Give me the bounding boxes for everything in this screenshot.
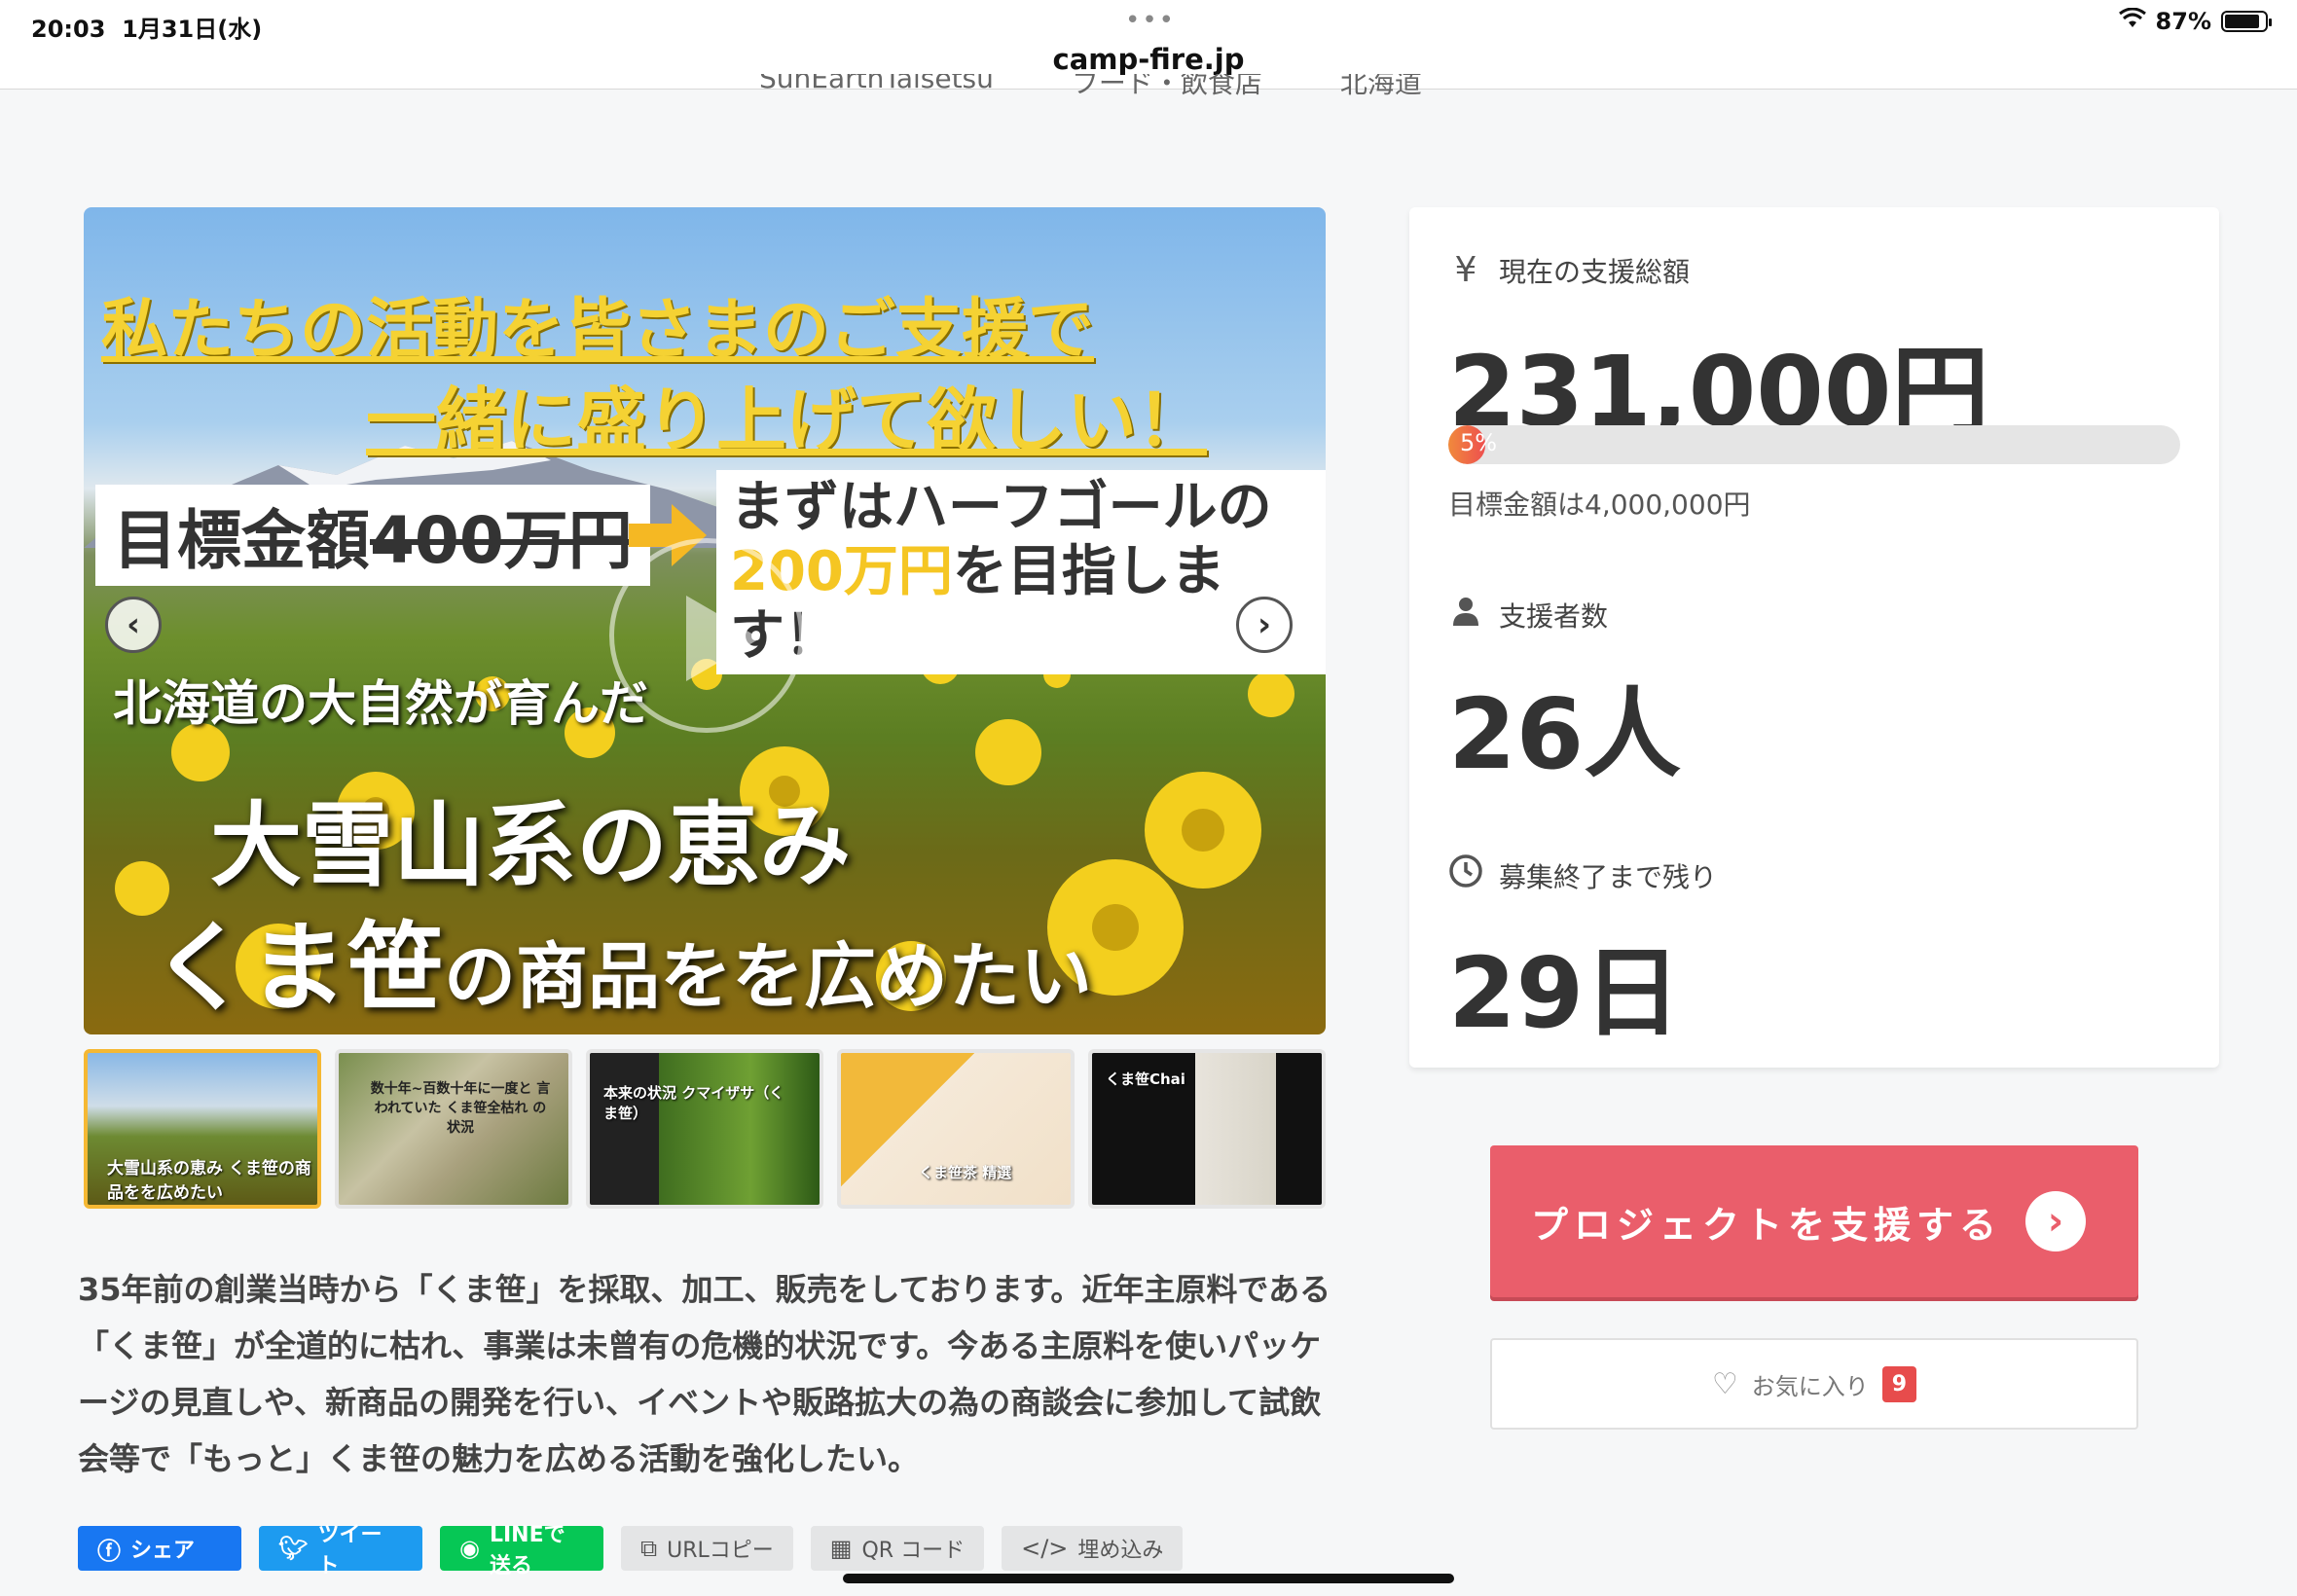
hero-subtitle: 北海道の大自然が育んだ [113,675,648,732]
line-icon: ◉ [459,1535,480,1562]
hero-goal-label: 目標金額400万円 [95,485,650,586]
backers-value: 26人 [1448,677,1682,791]
clock-icon [1448,853,1483,897]
status-indicators: 87% [2118,7,2272,35]
remaining-label: 募集終了まで残り [1448,853,1717,897]
carousel-next-button[interactable]: › [1236,597,1293,653]
twitter-icon: 🐦︎ [278,1535,309,1562]
embed-button[interactable]: </> 埋め込み [1002,1526,1184,1571]
person-icon [1448,595,1483,635]
qr-code-button[interactable]: ▦ QR コード [810,1526,985,1571]
hero-title-line1: 大雪山系の恵み [210,792,852,899]
url-copy-button[interactable]: ⧉ URLコピー [621,1526,793,1571]
support-project-button[interactable]: プロジェクトを支援する › [1490,1145,2138,1297]
hero-heading-line2: 一緒に盛り上げて欲しい！ [366,380,1208,461]
hero-half-goal-label: まずはハーフゴールの 200万円を目指します！ [716,470,1326,674]
thumbnail-strip: 大雪山系の恵み くま笹の商品をを広めたい 数十年~百数十年に一度と 言われていた… [84,1049,1326,1209]
backers-label: 支援者数 [1448,595,1608,635]
yen-icon: ¥ [1454,250,1477,290]
wifi-icon [2118,7,2146,35]
thumbnail-1[interactable]: 大雪山系の恵み くま笹の商品をを広めたい [84,1049,321,1209]
project-description: 35年前の創業当時から「くま笹」を採取、加工、販売をしております。近年主原料であ… [78,1271,1331,1477]
amount-label: ¥ 現在の支援総額 [1448,250,1690,290]
twitter-share-button[interactable]: 🐦︎ ツイート [259,1523,422,1578]
facebook-share-button[interactable]: ⓕ シェア [78,1526,241,1571]
share-buttons: ⓕ シェア 🐦︎ ツイート ◉ LINEで送る ⧉ URLコピー ▦ QR コード </>… [78,1523,1184,1578]
progress-percent: 5% [1460,429,1498,456]
thumbnail-3[interactable]: 本来の状況 クマイザサ（くま笹） [586,1049,823,1209]
hero-title-line2: くま笹の商品をを広めたい [152,910,1092,1025]
funding-stats-card: ¥ 現在の支援総額 231,000円 5% 目標金額は4,000,000円 支援… [1409,207,2219,1068]
project-main-image[interactable]: 私たちの活動を皆さまのご支援で 一緒に盛り上げて欲しい！ 目標金額400万円 ま… [84,207,1326,1034]
location-link[interactable]: 北海道 [1340,74,1422,99]
thumbnail-5[interactable]: くま笹Chai [1088,1049,1326,1209]
battery-icon [2221,11,2272,32]
code-icon: </> [1021,1535,1069,1562]
category-link[interactable]: フード・飲食店 [1072,74,1262,99]
heart-icon: ♡ [1711,1366,1738,1401]
chevron-right-icon: › [2025,1191,2086,1251]
facebook-icon: ⓕ [97,1537,121,1565]
play-video-icon[interactable] [609,538,804,733]
favorite-button[interactable]: ♡ お気に入り 9 [1490,1338,2138,1430]
goal-amount: 目標金額は4,000,000円 [1448,489,1751,521]
hero-heading-line1: 私たちの活動を皆さまのご支援で [101,292,1095,369]
battery-percent: 87% [2155,8,2211,35]
thumbnail-2[interactable]: 数十年~百数十年に一度と 言われていた くま笹全枯れ の状況 [335,1049,572,1209]
more-dots-icon[interactable]: ••• [1125,6,1176,35]
progress-bar: 5% [1448,425,2180,464]
line-share-button[interactable]: ◉ LINEで送る [440,1523,603,1578]
remaining-value: 29日 [1448,936,1682,1050]
home-indicator[interactable] [843,1574,1454,1583]
copy-icon: ⧉ [640,1535,658,1562]
owner-link[interactable]: SunEarthTaisetsu [759,74,994,94]
favorite-count-badge: 9 [1881,1365,1917,1402]
status-time: 20:03 1月31日(水) [31,16,263,43]
project-meta: SunEarthTaisetsu フード・飲食店 北海道 [759,74,1422,101]
carousel-prev-button[interactable]: ‹ [105,597,162,653]
url-bar[interactable]: camp-fire.jp [0,43,2297,76]
thumbnail-4[interactable]: くま笹茶 精選 [837,1049,1075,1209]
qr-code-icon: ▦ [829,1535,853,1562]
